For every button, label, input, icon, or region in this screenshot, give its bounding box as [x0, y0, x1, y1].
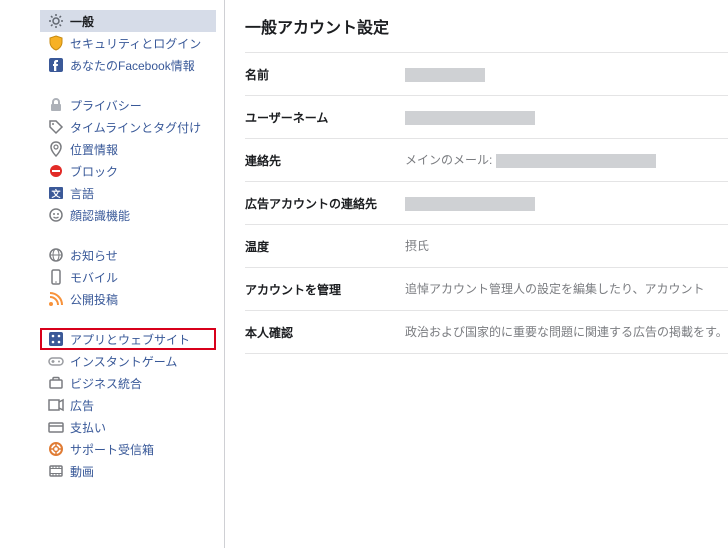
sidebar-group: 一般セキュリティとログインあなたのFacebook情報: [12, 10, 224, 76]
sidebar-item-label: 広告: [70, 397, 94, 414]
sidebar-item-payments[interactable]: 支払い: [40, 416, 216, 438]
tag-icon: [48, 119, 64, 135]
settings-row-manage[interactable]: アカウントを管理追悼アカウント管理人の設定を編集したり、アカウント: [245, 267, 728, 310]
sidebar-group: アプリとウェブサイトインスタントゲームビジネス統合広告支払いサポート受信箱動画: [12, 328, 224, 482]
gear-icon: [48, 13, 64, 29]
sidebar-item-business[interactable]: ビジネス統合: [40, 372, 216, 394]
redacted-value: [405, 68, 485, 82]
sidebar-item-ads[interactable]: 広告: [40, 394, 216, 416]
sidebar-item-location[interactable]: 位置情報: [40, 138, 216, 160]
sidebar-item-apps[interactable]: アプリとウェブサイト: [40, 328, 216, 350]
sidebar-item-blocking[interactable]: ブロック: [40, 160, 216, 182]
sidebar-item-label: タイムラインとタグ付け: [70, 119, 201, 136]
sidebar-item-security[interactable]: セキュリティとログイン: [40, 32, 216, 54]
sidebar-item-fbinfo[interactable]: あなたのFacebook情報: [40, 54, 216, 76]
games-icon: [48, 353, 64, 369]
sidebar-item-notifications[interactable]: お知らせ: [40, 244, 216, 266]
sidebar-item-publicposts[interactable]: 公開投稿: [40, 288, 216, 310]
settings-row-label: 名前: [245, 66, 405, 83]
sidebar-item-language[interactable]: 文言語: [40, 182, 216, 204]
sidebar-item-label: アプリとウェブサイト: [70, 331, 190, 348]
settings-row-value: [405, 194, 728, 212]
mobile-icon: [48, 269, 64, 285]
sidebar-item-label: ブロック: [70, 163, 118, 180]
lifering-icon: [48, 441, 64, 457]
sidebar-item-label: サポート受信箱: [70, 441, 154, 458]
sidebar-item-label: 支払い: [70, 419, 106, 436]
settings-row-label: 広告アカウントの連絡先: [245, 195, 405, 212]
sidebar-group: お知らせモバイル公開投稿: [12, 244, 224, 310]
sidebar-item-label: プライバシー: [70, 97, 142, 114]
sidebar-item-timeline[interactable]: タイムラインとタグ付け: [40, 116, 216, 138]
settings-row-value: 追悼アカウント管理人の設定を編集したり、アカウント: [405, 280, 728, 298]
block-icon: [48, 163, 64, 179]
settings-sidebar: 一般セキュリティとログインあなたのFacebook情報プライバシータイムラインと…: [0, 0, 225, 548]
shield-icon: [48, 35, 64, 51]
settings-row-username[interactable]: ユーザーネーム: [245, 95, 728, 138]
settings-row-label: 温度: [245, 238, 405, 255]
card-icon: [48, 419, 64, 435]
briefcase-icon: [48, 375, 64, 391]
sidebar-item-label: モバイル: [70, 269, 118, 286]
sidebar-item-mobile[interactable]: モバイル: [40, 266, 216, 288]
sidebar-item-label: 顔認識機能: [70, 207, 130, 224]
sidebar-item-support[interactable]: サポート受信箱: [40, 438, 216, 460]
settings-row-label: 本人確認: [245, 324, 405, 341]
settings-main: 一般アカウント設定 名前ユーザーネーム連絡先メインのメール:広告アカウントの連絡…: [225, 0, 728, 548]
location-icon: [48, 141, 64, 157]
sidebar-item-label: 動画: [70, 463, 94, 480]
sidebar-item-label: お知らせ: [70, 247, 118, 264]
settings-row-value: 政治および国家的に重要な問題に関連する広告の掲載をす。: [405, 323, 728, 341]
ads-icon: [48, 397, 64, 413]
globe-icon: [48, 247, 64, 263]
settings-row-adcontact[interactable]: 広告アカウントの連絡先: [245, 181, 728, 224]
settings-row-identity[interactable]: 本人確認政治および国家的に重要な問題に関連する広告の掲載をす。: [245, 310, 728, 354]
video-icon: [48, 463, 64, 479]
value-prefix: メインのメール:: [405, 153, 492, 167]
sidebar-item-label: 位置情報: [70, 141, 118, 158]
settings-row-value: [405, 108, 728, 126]
redacted-value: [405, 111, 535, 125]
page-title: 一般アカウント設定: [245, 14, 728, 38]
sidebar-item-label: 言語: [70, 185, 94, 202]
sidebar-item-label: インスタントゲーム: [70, 353, 177, 370]
sidebar-item-videos[interactable]: 動画: [40, 460, 216, 482]
sidebar-item-label: セキュリティとログイン: [70, 35, 201, 52]
svg-text:文: 文: [50, 188, 61, 199]
settings-row-label: 連絡先: [245, 152, 405, 169]
rss-icon: [48, 291, 64, 307]
sidebar-item-label: 一般: [70, 13, 94, 30]
settings-row-label: アカウントを管理: [245, 281, 405, 298]
settings-row-contact[interactable]: 連絡先メインのメール:: [245, 138, 728, 181]
settings-row-value: [405, 65, 728, 83]
settings-row-name[interactable]: 名前: [245, 52, 728, 95]
sidebar-item-instantgames[interactable]: インスタントゲーム: [40, 350, 216, 372]
sidebar-group: プライバシータイムラインとタグ付け位置情報ブロック文言語顔認識機能: [12, 94, 224, 226]
sidebar-item-general[interactable]: 一般: [40, 10, 216, 32]
settings-row-value: 摂氏: [405, 237, 728, 255]
settings-row-value: メインのメール:: [405, 151, 728, 169]
lock-icon: [48, 97, 64, 113]
face-icon: [48, 207, 64, 223]
lang-icon: 文: [48, 185, 64, 201]
redacted-value: [496, 154, 656, 168]
sidebar-item-label: ビジネス統合: [70, 375, 142, 392]
sidebar-item-privacy[interactable]: プライバシー: [40, 94, 216, 116]
sidebar-item-face[interactable]: 顔認識機能: [40, 204, 216, 226]
sidebar-item-label: 公開投稿: [70, 291, 118, 308]
apps-icon: [48, 331, 64, 347]
settings-row-label: ユーザーネーム: [245, 109, 405, 126]
fb-icon: [48, 57, 64, 73]
redacted-value: [405, 197, 535, 211]
settings-row-temperature[interactable]: 温度摂氏: [245, 224, 728, 267]
sidebar-item-label: あなたのFacebook情報: [70, 57, 195, 74]
